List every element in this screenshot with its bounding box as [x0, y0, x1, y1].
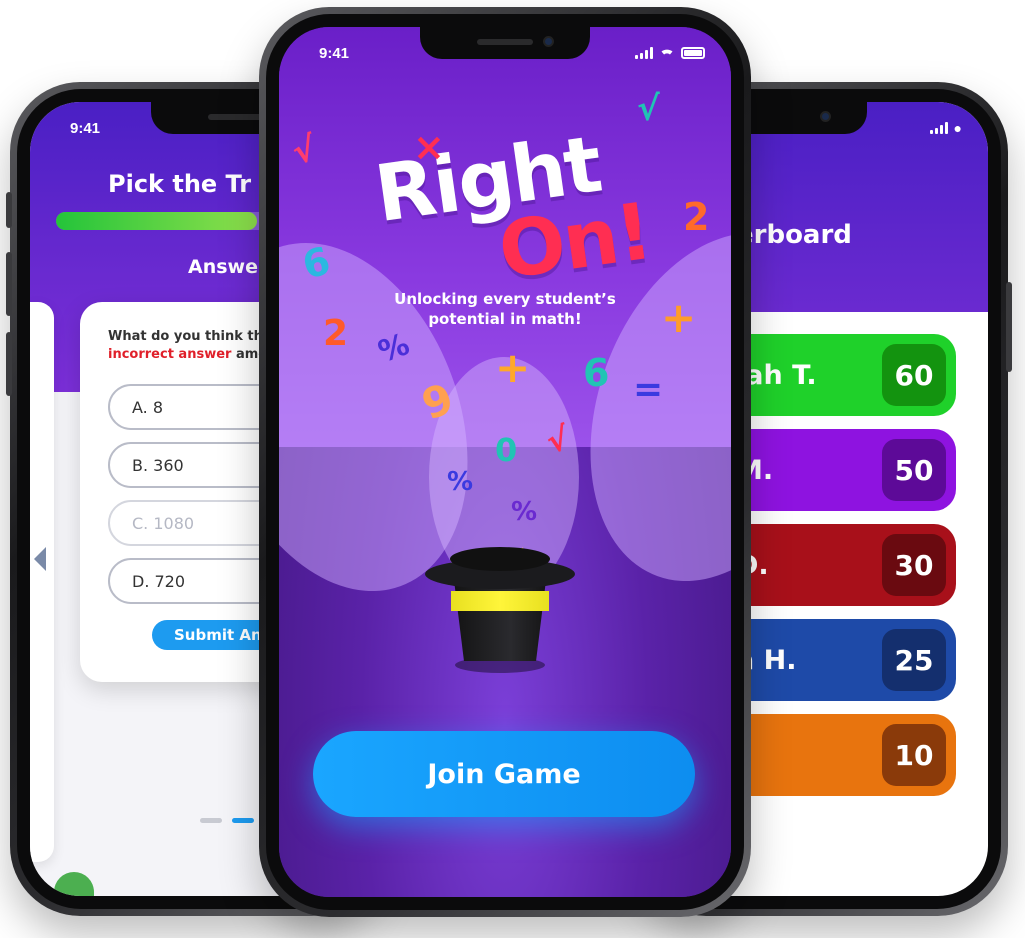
- join-game-button[interactable]: Join Game: [313, 731, 695, 817]
- sqrt-icon: √: [637, 89, 660, 129]
- quiz-subtitle: Answe: [188, 256, 258, 278]
- signal-icon: [635, 47, 653, 59]
- previous-arrow-icon[interactable]: [34, 547, 46, 571]
- question-line1: What do you think th: [108, 329, 263, 344]
- two-icon: 2: [683, 195, 710, 239]
- player-score: 30: [882, 534, 946, 596]
- phone-landing: 9:41 Right On! Unlocking every student’s…: [259, 7, 751, 917]
- magic-hat-illustration: [425, 547, 625, 687]
- mascot-icon: [54, 872, 94, 896]
- page-indicator: [200, 818, 254, 823]
- wifi-icon: [661, 49, 673, 58]
- status-time: 9:41: [70, 119, 101, 137]
- plus-icon: +: [661, 293, 697, 342]
- previous-card[interactable]: [30, 302, 54, 862]
- plus-icon: +: [495, 343, 531, 392]
- zero-icon: 0: [495, 431, 518, 469]
- progress-fill: [56, 212, 257, 230]
- percent-icon: %: [511, 497, 538, 527]
- landing-screen: 9:41 Right On! Unlocking every student’s…: [279, 27, 731, 897]
- two-icon: 2: [323, 313, 349, 354]
- signal-icon: [929, 122, 948, 134]
- battery-icon: [681, 47, 705, 59]
- page-dot-active[interactable]: [232, 818, 254, 823]
- player-score: 50: [882, 439, 946, 501]
- status-time: 9:41: [319, 44, 350, 62]
- wifi-icon: ●: [953, 120, 962, 136]
- player-score: 60: [882, 344, 946, 406]
- player-score: 10: [882, 724, 946, 786]
- logo-word-on: On!: [493, 186, 656, 298]
- quiz-title: Pick the Tr: [108, 170, 252, 198]
- six-icon: 6: [583, 351, 610, 395]
- page-dot[interactable]: [200, 818, 222, 823]
- percent-icon: %: [447, 467, 474, 497]
- marketing-composition: 9:41 Pick the Tr Answe What do you think…: [0, 0, 1025, 938]
- equals-icon: =: [633, 369, 664, 410]
- player-score: 25: [882, 629, 946, 691]
- times-icon: ×: [413, 125, 445, 169]
- question-highlight: incorrect answer: [108, 347, 232, 362]
- leaderboard-title: erboard: [736, 220, 852, 250]
